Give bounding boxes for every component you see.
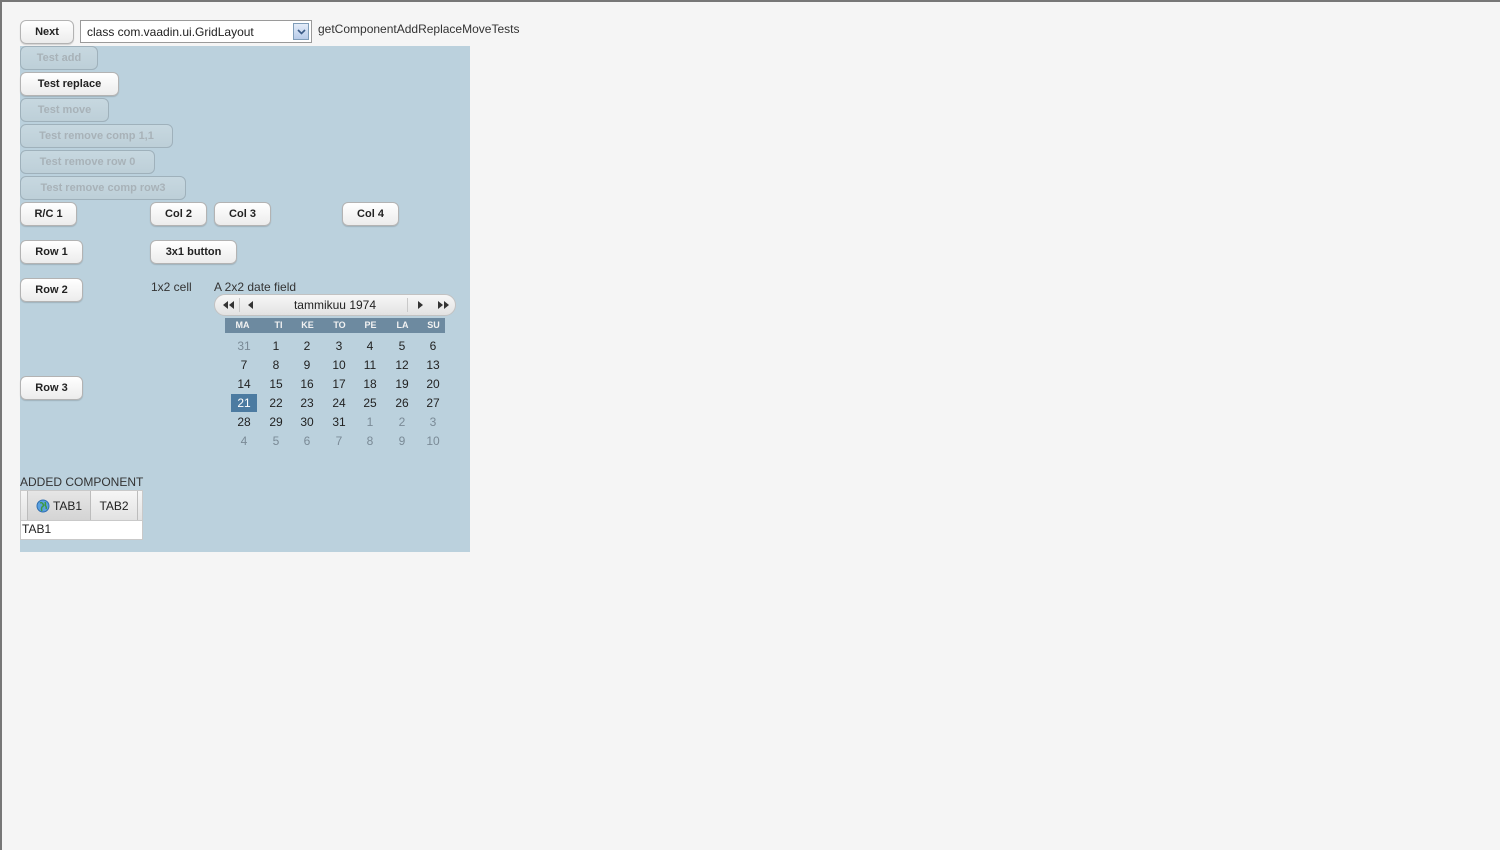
calendar-day[interactable]: 5: [263, 432, 289, 450]
3x1-button[interactable]: 3x1 button: [150, 240, 237, 264]
calendar-day[interactable]: 25: [357, 394, 383, 412]
rc1-button[interactable]: R/C 1: [20, 202, 77, 226]
test-replace-button[interactable]: Test replace: [20, 72, 119, 96]
test-remove-row-button[interactable]: Test remove row 0: [20, 150, 155, 174]
calendar-day[interactable]: 11: [357, 356, 383, 374]
weekday-label: LA: [396, 320, 409, 330]
col4-button[interactable]: Col 4: [342, 202, 399, 226]
calendar-day[interactable]: 31: [326, 413, 352, 431]
class-select-value: class com.vaadin.ui.GridLayout: [87, 25, 254, 39]
row1-button[interactable]: Row 1: [20, 240, 83, 264]
calendar-day[interactable]: 2: [389, 413, 415, 431]
double-right-icon[interactable]: [432, 295, 454, 315]
nav-divider: [407, 298, 408, 312]
row3-button[interactable]: Row 3: [20, 376, 83, 400]
tab-content-text: TAB1: [22, 522, 52, 536]
calendar-navigation: tammikuu 1974: [214, 294, 456, 316]
row2-button[interactable]: Row 2: [20, 278, 83, 302]
window-top-border: [0, 0, 1500, 2]
tab-tab1[interactable]: TAB1: [27, 491, 91, 520]
calendar-day[interactable]: 28: [231, 413, 257, 431]
calendar-day[interactable]: 7: [231, 356, 257, 374]
tab-content: TAB1: [20, 521, 143, 540]
test-remove-comp-button[interactable]: Test remove comp 1,1: [20, 124, 173, 148]
chevron-down-icon[interactable]: [293, 23, 309, 40]
next-button[interactable]: Next: [20, 20, 74, 44]
calendar-day[interactable]: 30: [294, 413, 320, 431]
weekday-label: KE: [301, 320, 314, 330]
calendar-day[interactable]: 15: [263, 375, 289, 393]
weekday-label: TO: [333, 320, 346, 330]
calendar-weekday-header: MA TI KE TO PE LA SU: [225, 318, 445, 333]
calendar-day[interactable]: 5: [389, 337, 415, 355]
calendar-day[interactable]: 20: [420, 375, 446, 393]
calendar-day[interactable]: 31: [231, 337, 257, 355]
calendar-day[interactable]: 13: [420, 356, 446, 374]
weekday-label: PE: [364, 320, 377, 330]
test-add-button[interactable]: Test add: [20, 46, 98, 70]
calendar-day[interactable]: 26: [389, 394, 415, 412]
calendar-day[interactable]: 16: [294, 375, 320, 393]
test-name-label: getComponentAddReplaceMoveTests: [318, 22, 520, 36]
added-component-caption: ADDED COMPONENT: [20, 475, 144, 489]
tab-label: TAB1: [52, 498, 83, 513]
window-left-border: [0, 0, 2, 850]
calendar-day[interactable]: 1: [263, 337, 289, 355]
col3-button[interactable]: Col 3: [214, 202, 271, 226]
calendar-day[interactable]: 4: [357, 337, 383, 355]
calendar-day[interactable]: 8: [357, 432, 383, 450]
tab-label: TAB2: [99, 498, 129, 513]
tabsheet-tabs: TAB1 TAB2: [20, 490, 143, 521]
test-move-button[interactable]: Test move: [20, 98, 109, 122]
calendar-day[interactable]: 27: [420, 394, 446, 412]
calendar-day[interactable]: 14: [231, 375, 257, 393]
col2-button[interactable]: Col 2: [150, 202, 207, 226]
calendar-day[interactable]: 2: [294, 337, 320, 355]
calendar-month-label: tammikuu 1974: [293, 298, 377, 312]
calendar-day[interactable]: 9: [389, 432, 415, 450]
calendar-day[interactable]: 18: [357, 375, 383, 393]
weekday-label: SU: [427, 320, 440, 330]
calendar-day[interactable]: 3: [420, 413, 446, 431]
calendar-day[interactable]: 17: [326, 375, 352, 393]
calendar-day[interactable]: 21: [231, 394, 257, 412]
calendar-day[interactable]: 1: [357, 413, 383, 431]
weekday-label: MA: [235, 320, 250, 330]
calendar-day[interactable]: 7: [326, 432, 352, 450]
calendar-day[interactable]: 22: [263, 394, 289, 412]
calendar-day[interactable]: 23: [294, 394, 320, 412]
left-icon[interactable]: [239, 295, 261, 315]
globe-icon: [36, 499, 50, 513]
calendar-day[interactable]: 6: [420, 337, 446, 355]
calendar-day[interactable]: 19: [389, 375, 415, 393]
test-remove-comp-row3-button[interactable]: Test remove comp row3: [20, 176, 186, 200]
calendar-day[interactable]: 29: [263, 413, 289, 431]
date-field-caption: A 2x2 date field: [214, 280, 297, 294]
calendar-day[interactable]: 10: [420, 432, 446, 450]
class-select[interactable]: class com.vaadin.ui.GridLayout: [80, 20, 312, 43]
double-left-icon[interactable]: [217, 295, 239, 315]
calendar-day[interactable]: 10: [326, 356, 352, 374]
calendar-day[interactable]: 6: [294, 432, 320, 450]
calendar-day[interactable]: 12: [389, 356, 415, 374]
calendar-day[interactable]: 3: [326, 337, 352, 355]
1x2-cell-label: 1x2 cell: [151, 280, 192, 294]
calendar-day[interactable]: 24: [326, 394, 352, 412]
calendar-day[interactable]: 4: [231, 432, 257, 450]
right-icon[interactable]: [409, 295, 431, 315]
tab-tab2[interactable]: TAB2: [91, 491, 138, 520]
weekday-label: TI: [274, 320, 283, 330]
calendar-day[interactable]: 9: [294, 356, 320, 374]
calendar-day[interactable]: 8: [263, 356, 289, 374]
